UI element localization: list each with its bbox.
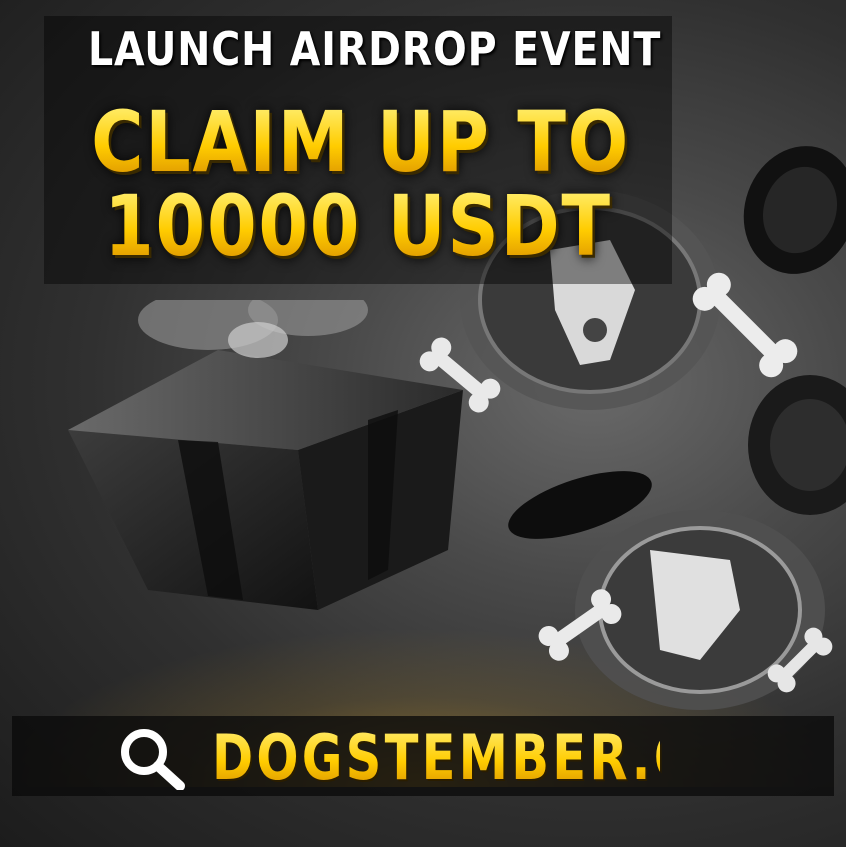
bone-icon <box>692 272 798 378</box>
bone-icon <box>419 337 501 413</box>
bone-icon <box>767 627 833 693</box>
claim-headline-line1: CLAIM UP TO <box>91 93 631 191</box>
claim-headline-line2: 10000 USDT <box>91 184 625 268</box>
website-url: DOGSTEMBER.ONE <box>212 721 781 794</box>
black-coin-icon <box>748 375 846 515</box>
bone-icon <box>538 589 622 661</box>
event-title: LAUNCH AIRDROP EVENT <box>87 22 662 76</box>
black-coin-icon <box>508 471 652 539</box>
black-coin-icon <box>743 146 846 274</box>
gift-box-illustration <box>68 300 463 610</box>
search-icon <box>121 729 185 790</box>
airdrop-banner-image: LAUNCH AIRDROP EVENT CLAIM UP TO 10000 U… <box>0 0 846 847</box>
